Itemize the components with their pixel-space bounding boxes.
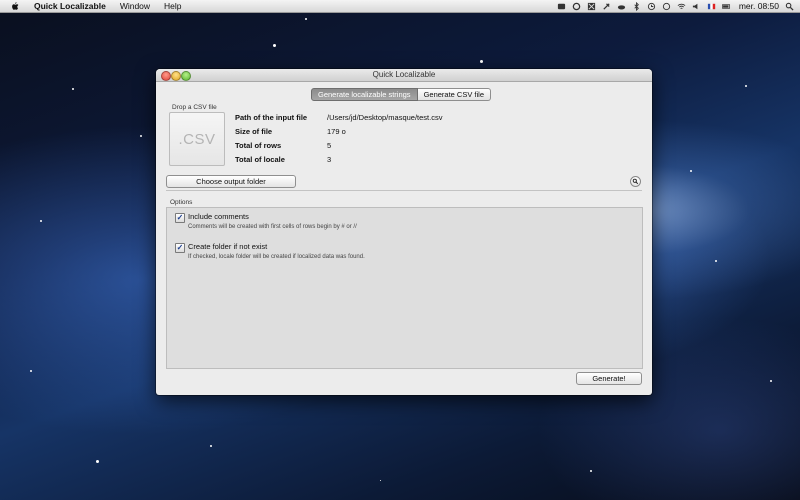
star [745,85,747,87]
csv-placeholder: .CSV [178,130,216,148]
tab-generate-localizable-strings[interactable]: Generate localizable strings [311,88,418,101]
star [480,60,483,63]
dropbox-icon[interactable] [557,2,566,11]
star [30,370,32,372]
pin-icon[interactable] [602,2,611,11]
star [40,220,42,222]
info-label: Size of file [235,127,273,136]
menu-window[interactable]: Window [120,0,150,12]
info-value: /Users/jd/Desktop/masque/test.csv [327,113,443,122]
tool-icon[interactable] [587,2,596,11]
option-description: If checked, locale folder will be create… [188,254,365,260]
include-comments-checkbox[interactable]: ✓ [175,213,185,223]
info-value: 179 o [327,127,346,136]
apple-menu-icon[interactable] [10,1,20,11]
info-value: 3 [327,155,332,164]
info-label: Path of the input file [235,113,308,122]
info-row-locale: Total of locale 3 [235,155,535,169]
spotlight-icon[interactable] [785,2,794,11]
star [273,44,276,47]
star [96,460,99,463]
star [305,18,307,20]
cloud-icon[interactable] [617,2,626,11]
csv-drop-zone[interactable]: .CSV [169,112,225,166]
flag-fr-icon[interactable] [707,2,716,11]
menu-help[interactable]: Help [164,0,181,12]
reveal-folder-button[interactable] [630,176,641,187]
title-bar[interactable]: Quick Localizable [156,69,652,82]
choose-output-folder-button[interactable]: Choose output folder [166,175,296,188]
app-window: Quick Localizable Generate localizable s… [156,69,652,395]
star [590,470,592,472]
time-machine-icon[interactable] [647,2,656,11]
tab-generate-csv-file[interactable]: Generate CSV file [417,88,492,101]
info-row-size: Size of file 179 o [235,127,535,141]
menu-clock[interactable]: mer. 08:50 [739,1,779,11]
volume-icon[interactable] [692,2,701,11]
info-value: 5 [327,141,332,150]
star [715,260,717,262]
menu-bar: Quick Localizable Window Help mer. 08:50 [0,0,800,13]
option-title: Include comments [188,212,249,221]
info-row-path: Path of the input file /Users/jd/Desktop… [235,113,535,127]
info-label: Total of locale [235,155,285,164]
option-description: Comments will be created with first cell… [188,224,357,230]
drop-csv-label: Drop a CSV file [172,104,217,111]
window-title: Quick Localizable [372,70,436,79]
wifi-icon[interactable] [677,2,686,11]
info-label: Total of rows [235,141,282,150]
sync-icon[interactable] [572,2,581,11]
option-title: Create folder if not exist [188,242,268,251]
info-row-rows: Total of rows 5 [235,141,535,155]
generate-button[interactable]: Generate! [576,372,642,385]
star [770,380,772,382]
divider [166,190,642,191]
create-folder-checkbox[interactable]: ✓ [175,243,185,253]
options-panel: ✓ Include comments Comments will be crea… [166,207,643,369]
bluetooth-icon[interactable] [632,1,641,11]
star [140,135,142,137]
menu-app-name[interactable]: Quick Localizable [34,0,106,12]
star [72,88,74,90]
magnifier-icon [632,178,639,185]
options-label: Options [170,199,193,206]
clock-icon[interactable] [662,2,671,11]
tab-bar: Generate localizable strings Generate CS… [311,88,492,101]
star [210,445,212,447]
star [690,170,692,172]
star [380,480,381,481]
battery-icon[interactable] [721,2,731,11]
